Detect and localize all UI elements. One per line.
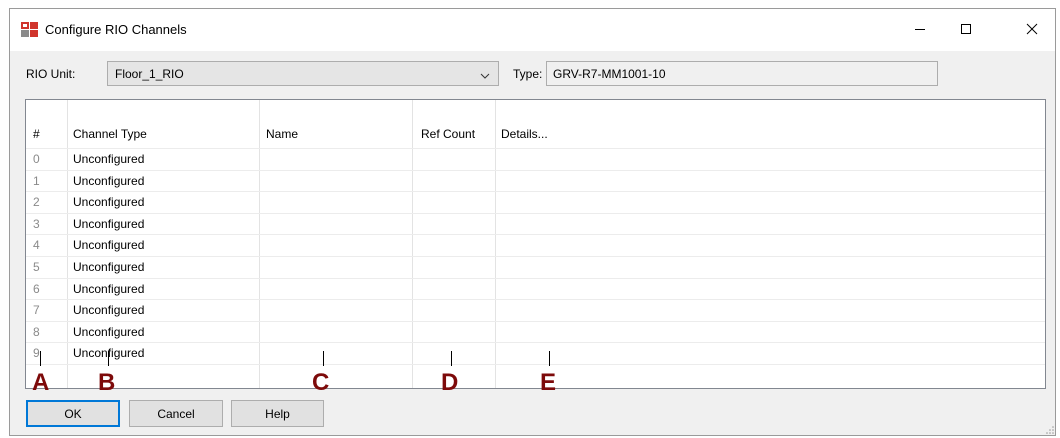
row-channel-type: Unconfigured — [73, 238, 145, 253]
row-channel-type: Unconfigured — [73, 260, 145, 274]
minimize-button[interactable] — [897, 9, 943, 51]
type-value: GRV-R7-MM1001-10 — [553, 67, 666, 81]
close-button[interactable] — [1009, 9, 1055, 51]
maximize-button[interactable] — [943, 9, 989, 51]
table-row[interactable]: 5 Unconfigured — [26, 258, 1045, 280]
row-channel-type: Unconfigured — [73, 216, 145, 231]
row-channel-type: Unconfigured — [73, 152, 145, 166]
type-label: Type: — [513, 67, 543, 81]
row-separator — [26, 299, 1045, 301]
title-bar: Configure RIO Channels — [10, 9, 1055, 51]
marker-a-line — [40, 351, 41, 366]
channel-table[interactable]: # Channel Type Name Ref Count Details...… — [25, 99, 1046, 389]
marker-a: A — [32, 369, 50, 396]
row-channel-type: Unconfigured — [73, 324, 145, 339]
row-number: 9 — [33, 346, 40, 361]
row-separator — [26, 212, 1045, 214]
help-button[interactable]: Help — [231, 400, 324, 427]
row-channel-type: Unconfigured — [73, 303, 145, 318]
row-number: 2 — [33, 195, 40, 210]
dialog-window: Configure RIO Channels RIO Unit: Floor_1… — [9, 8, 1056, 436]
table-row[interactable]: 8 Unconfigured — [26, 323, 1045, 345]
table-row[interactable]: 6 Unconfigured — [26, 280, 1045, 302]
row-number: 6 — [33, 281, 40, 296]
row-separator — [26, 320, 1045, 322]
header-channel-type[interactable]: Channel Type — [73, 127, 147, 141]
marker-c-line — [323, 351, 324, 366]
marker-b-line — [108, 351, 109, 366]
row-channel-type: Unconfigured — [73, 195, 145, 210]
row-separator — [26, 234, 1045, 236]
marker-b: B — [98, 369, 116, 396]
row-number: 4 — [33, 238, 40, 253]
row-number: 8 — [33, 324, 40, 339]
resize-grip-icon[interactable] — [1045, 424, 1055, 438]
row-number: 0 — [33, 152, 40, 166]
row-channel-type: Unconfigured — [73, 173, 145, 188]
row-separator — [26, 364, 1045, 365]
marker-e-line — [549, 351, 550, 366]
row-separator — [26, 148, 1045, 149]
header-number[interactable]: # — [33, 127, 40, 141]
row-number: 7 — [33, 303, 40, 318]
table-row[interactable]: 7 Unconfigured — [26, 301, 1045, 323]
header-ref-count[interactable]: Ref Count — [421, 127, 475, 141]
row-separator — [26, 342, 1045, 344]
ok-button[interactable]: OK — [26, 400, 120, 427]
table-row[interactable]: 4 Unconfigured — [26, 236, 1045, 258]
maximize-icon — [960, 23, 972, 38]
header-details[interactable]: Details... — [501, 127, 548, 141]
table-row[interactable]: 1 Unconfigured — [26, 172, 1045, 194]
table-row[interactable]: 2 Unconfigured — [26, 193, 1045, 215]
marker-d: D — [441, 369, 459, 396]
header-name[interactable]: Name — [266, 127, 298, 141]
row-number: 3 — [33, 216, 40, 231]
window-title: Configure RIO Channels — [45, 22, 187, 37]
rio-unit-label: RIO Unit: — [26, 67, 76, 81]
table-row[interactable]: 3 Unconfigured — [26, 215, 1045, 237]
table-row[interactable]: 0 Unconfigured — [26, 150, 1045, 172]
row-separator — [26, 191, 1045, 193]
app-icon — [21, 22, 38, 37]
type-field: GRV-R7-MM1001-10 — [546, 61, 938, 86]
table-row[interactable]: 9Unconfigured — [26, 344, 1045, 366]
marker-c: C — [312, 369, 330, 396]
row-channel-type: Unconfigured — [73, 281, 145, 296]
minimize-icon — [914, 23, 926, 38]
row-separator — [26, 277, 1045, 279]
cancel-button[interactable]: Cancel — [129, 400, 223, 427]
row-number: 1 — [33, 173, 40, 188]
row-separator — [26, 169, 1045, 171]
rio-unit-dropdown[interactable]: Floor_1_RIO — [107, 61, 499, 86]
marker-d-line — [451, 351, 452, 366]
rio-unit-value: Floor_1_RIO — [115, 67, 184, 81]
chevron-down-icon — [480, 69, 490, 83]
close-icon — [1026, 23, 1038, 38]
row-number: 5 — [33, 260, 40, 274]
marker-e: E — [540, 369, 557, 396]
row-separator — [26, 256, 1045, 257]
